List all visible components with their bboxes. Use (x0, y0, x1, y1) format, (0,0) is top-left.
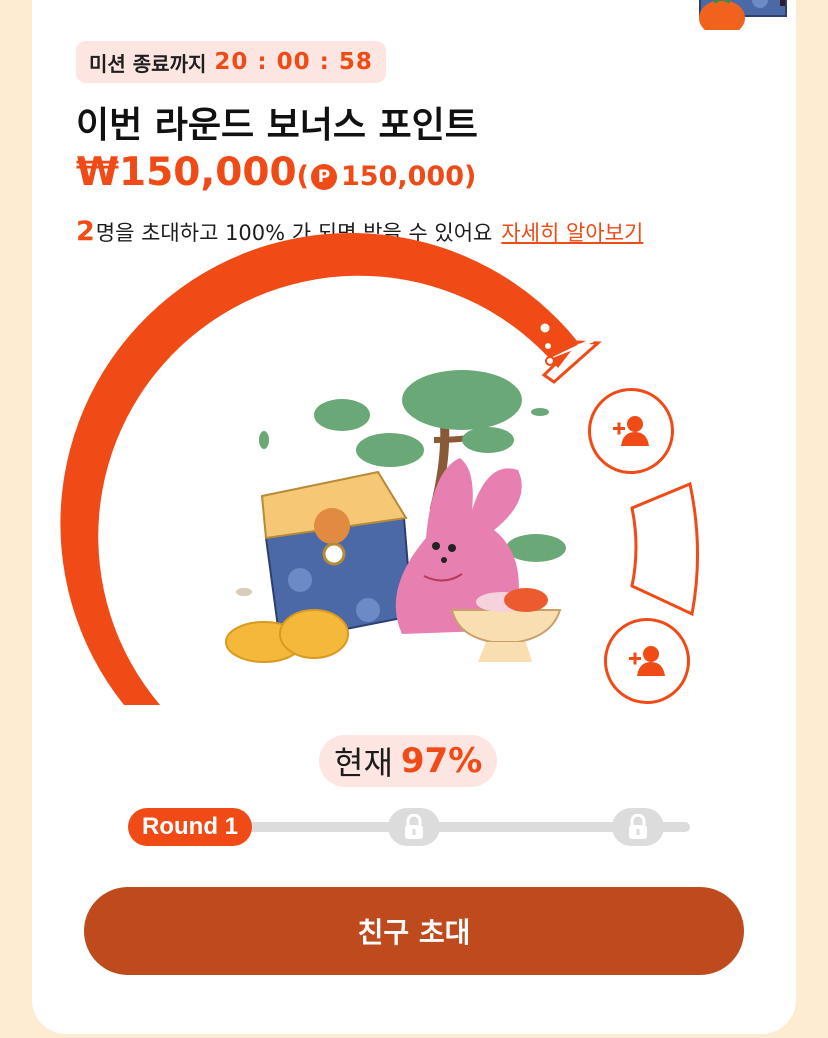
gauge-empty-segment (630, 481, 699, 617)
current-progress-value: 97% (400, 741, 483, 781)
round-1-badge: Round 1 (128, 808, 252, 846)
round-3-lock (612, 808, 664, 846)
current-progress-badge: 현재 97% (319, 735, 498, 787)
round-2-lock (388, 808, 440, 846)
invite-slot-1[interactable] (588, 388, 674, 474)
new-year-illustration (225, 370, 566, 663)
invite-slot-2[interactable] (604, 618, 690, 704)
lock-icon (405, 814, 423, 839)
mission-card: 미션 종료까지 20 : 00 : 58 이번 라운드 보너스 포인트 ₩150… (32, 0, 796, 1034)
add-friend-icon (629, 646, 665, 676)
invite-friend-button[interactable]: 친구 초대 (84, 887, 744, 975)
lock-icon (629, 814, 647, 839)
add-friend-icon (613, 416, 649, 446)
current-progress-label: 현재 (334, 744, 393, 782)
